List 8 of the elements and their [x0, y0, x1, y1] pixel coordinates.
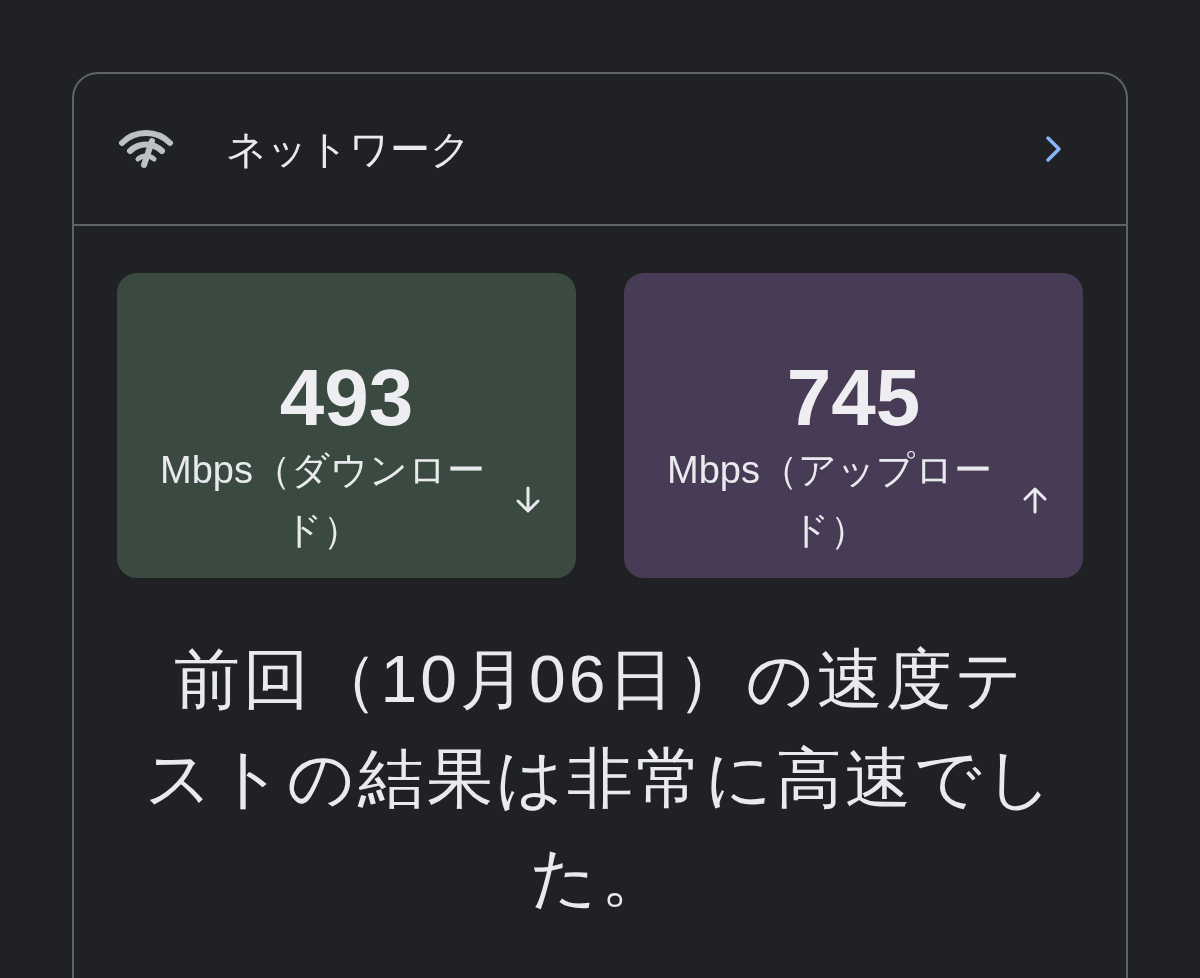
speed-value: 745: [786, 358, 921, 438]
network-title: ネットワーク: [226, 126, 471, 173]
chevron-right-icon[interactable]: [1044, 135, 1064, 163]
speed-unit-label: Mbps（ダウンロード）: [159, 448, 486, 553]
speed-value: 493: [279, 358, 414, 438]
wifi-gauge-icon: [118, 129, 174, 169]
speed-unit-label: Mbps（アップロード）: [666, 448, 993, 553]
speed-test-message: 前回（10月06日）の速度テストの結果は非常に高速でした。: [143, 641, 1057, 916]
